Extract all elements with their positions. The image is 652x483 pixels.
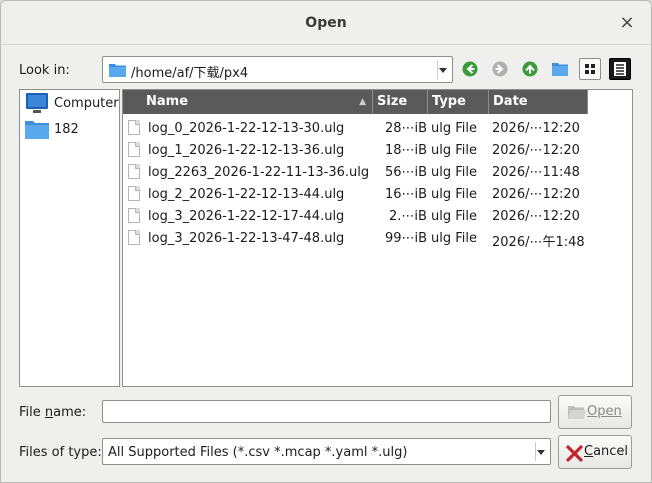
file-name-input[interactable]	[102, 400, 551, 423]
file-date: 2026/⋯12:20	[492, 121, 580, 136]
file-type: ulg File	[431, 231, 477, 246]
column-header-date-modified[interactable]: Date Modified	[489, 90, 588, 133]
file-name: log_0_2026-1-22-12-13-30.ulg	[148, 121, 345, 136]
open-button[interactable]: Open	[558, 395, 632, 429]
folder-icon	[109, 64, 126, 77]
look-in-combobox[interactable]: /home/af/下载/px4	[102, 56, 453, 83]
file-list[interactable]: Name ▲ Size Type Date Modified log_0_202…	[122, 89, 633, 387]
open-dialog: Open × Look in: /home/af/下载/px4 Computer…	[0, 0, 652, 483]
file-type: ulg File	[431, 121, 477, 136]
file-type: ulg File	[431, 187, 477, 202]
file-size: 28⋯iB	[385, 121, 427, 136]
file-size: 2.⋯iB	[389, 209, 427, 224]
parent-directory-icon	[522, 61, 538, 77]
sidebar: Computer 182	[19, 89, 120, 387]
open-folder-icon	[568, 406, 586, 419]
file-list-header: Name ▲ Size Type Date Modified	[123, 90, 588, 133]
file-icon	[128, 164, 140, 179]
file-size: 99⋯iB	[385, 231, 427, 246]
look-in-label: Look in:	[19, 63, 70, 78]
file-size: 16⋯iB	[385, 187, 427, 202]
close-button[interactable]: ×	[617, 13, 637, 33]
file-type: ulg File	[431, 143, 477, 158]
file-name: log_2_2026-1-22-12-13-44.ulg	[148, 187, 345, 202]
detail-view-icon	[614, 62, 626, 76]
column-header-type[interactable]: Type	[428, 90, 489, 114]
sidebar-item-label: Computer	[54, 96, 119, 111]
parent-directory-button[interactable]	[519, 58, 541, 80]
file-icon	[128, 208, 140, 223]
file-date: 2026/⋯12:20	[492, 187, 580, 202]
folder-icon	[25, 121, 49, 139]
file-name: log_3_2026-1-22-12-17-44.ulg	[148, 209, 345, 224]
table-row[interactable]: log_3_2026-1-22-12-17-44.ulg 2.⋯iB ulg F…	[123, 206, 588, 228]
file-date: 2026/⋯午1:48	[492, 235, 584, 250]
sidebar-item-computer[interactable]: Computer	[24, 92, 119, 116]
file-date: 2026/⋯12:20	[492, 209, 580, 224]
new-folder-button[interactable]	[549, 58, 571, 80]
files-of-type-combobox[interactable]: All Supported Files (*.csv *.mcap *.yaml…	[102, 438, 551, 465]
files-of-type-label: Files of type:	[19, 445, 102, 460]
title-bar: Open ×	[1, 1, 651, 45]
forward-button[interactable]	[489, 58, 511, 80]
file-icon	[128, 120, 140, 135]
sidebar-item-label: 182	[54, 122, 79, 137]
forward-icon	[492, 61, 508, 77]
file-type: ulg File	[431, 165, 477, 180]
list-view-button[interactable]	[579, 58, 601, 80]
back-button[interactable]	[459, 58, 481, 80]
sort-ascending-icon: ▲	[359, 97, 366, 107]
column-header-size[interactable]: Size	[373, 90, 428, 114]
list-view-icon	[585, 64, 595, 74]
table-row[interactable]: log_2_2026-1-22-12-13-44.ulg 16⋯iB ulg F…	[123, 184, 588, 206]
file-icon	[128, 142, 140, 157]
dialog-title: Open	[305, 15, 347, 31]
chevron-down-icon	[537, 449, 545, 455]
computer-icon	[26, 93, 48, 113]
chevron-down-icon	[439, 67, 447, 73]
table-row[interactable]: log_1_2026-1-22-12-13-36.ulg 18⋯iB ulg F…	[123, 140, 588, 162]
file-size: 18⋯iB	[385, 143, 427, 158]
file-name: log_2263_2026-1-22-11-13-36.ulg	[148, 165, 370, 180]
files-of-type-value: All Supported Files (*.csv *.mcap *.yaml…	[108, 445, 408, 460]
column-header-name[interactable]: Name ▲	[123, 90, 373, 114]
file-icon	[128, 230, 140, 245]
table-row[interactable]: log_2263_2026-1-22-11-13-36.ulg 56⋯iB ul…	[123, 162, 588, 184]
file-size: 56⋯iB	[385, 165, 427, 180]
cancel-button[interactable]: Cancel	[558, 435, 632, 469]
cancel-button-label: Cancel	[584, 444, 629, 459]
detail-view-button[interactable]	[609, 58, 631, 80]
file-name-label: File name:	[19, 405, 87, 420]
new-folder-icon	[552, 63, 568, 76]
file-icon	[128, 186, 140, 201]
cancel-icon	[566, 445, 583, 462]
file-date: 2026/⋯11:48	[492, 165, 580, 180]
table-row[interactable]: log_3_2026-1-22-13-47-48.ulg 99⋯iB ulg F…	[123, 228, 588, 250]
close-icon: ×	[619, 12, 635, 33]
back-icon	[462, 61, 478, 77]
sidebar-item-182[interactable]: 182	[24, 118, 116, 142]
open-button-label: Open	[587, 404, 622, 419]
table-row[interactable]: log_0_2026-1-22-12-13-30.ulg 28⋯iB ulg F…	[123, 118, 588, 140]
file-type: ulg File	[431, 209, 477, 224]
file-name: log_3_2026-1-22-13-47-48.ulg	[148, 231, 345, 246]
file-name: log_1_2026-1-22-12-13-36.ulg	[148, 143, 345, 158]
look-in-path: /home/af/下载/px4	[131, 66, 249, 81]
file-date: 2026/⋯12:20	[492, 143, 580, 158]
